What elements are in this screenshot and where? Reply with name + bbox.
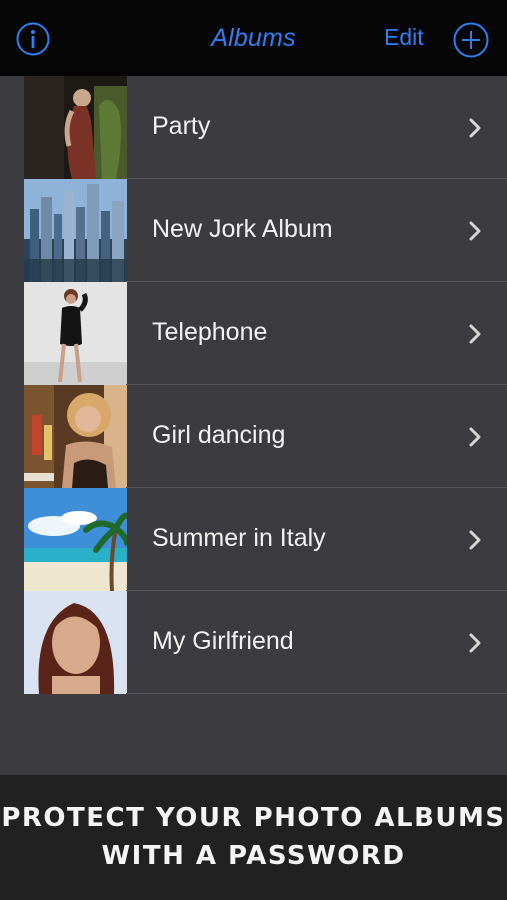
promo-banner: PROTECT YOUR PHOTO ALBUMS WITH A PASSWOR… [0, 775, 507, 900]
album-name: Party [152, 112, 211, 140]
woman-black-dress-thumbnail [24, 282, 127, 385]
chevron-right-icon [469, 221, 481, 241]
chevron-right-icon [469, 427, 481, 447]
album-row-summer-in-italy[interactable]: Summer in Italy [0, 488, 507, 591]
album-name: New Jork Album [152, 215, 333, 243]
album-row-my-girlfriend[interactable]: My Girlfriend [0, 591, 507, 694]
chevron-right-icon [469, 530, 481, 550]
promo-line-2: WITH A PASSWORD [101, 841, 406, 871]
album-row-new-jork-album[interactable]: New Jork Album [0, 179, 507, 282]
album-name: My Girlfriend [152, 627, 294, 655]
album-name: Girl dancing [152, 421, 286, 449]
page-title: Albums [211, 24, 296, 52]
add-album-button[interactable] [453, 22, 489, 58]
album-row-girl-dancing[interactable]: Girl dancing [0, 385, 507, 488]
promo-line-1: PROTECT YOUR PHOTO ALBUMS [1, 803, 506, 833]
albums-screen: Albums Edit Party New Jork Album Telepho… [0, 0, 507, 900]
chevron-right-icon [469, 324, 481, 344]
woman-portrait-thumbnail [24, 591, 127, 694]
chevron-right-icon [469, 633, 481, 653]
album-row-party[interactable]: Party [0, 76, 507, 179]
city-skyline-thumbnail [24, 179, 127, 282]
album-list: Party New Jork Album Telephone Girl danc… [0, 76, 507, 694]
edit-button[interactable]: Edit [384, 24, 424, 51]
album-row-telephone[interactable]: Telephone [0, 282, 507, 385]
woman-in-dress-thumbnail [24, 76, 127, 179]
album-name: Telephone [152, 318, 268, 346]
beach-palm-thumbnail [24, 488, 127, 591]
woman-party-thumbnail [24, 385, 127, 488]
album-name: Summer in Italy [152, 524, 326, 552]
row-divider [126, 693, 507, 694]
plus-circle-icon [453, 22, 489, 58]
chevron-right-icon [469, 118, 481, 138]
navigation-bar: Albums Edit [0, 0, 507, 76]
